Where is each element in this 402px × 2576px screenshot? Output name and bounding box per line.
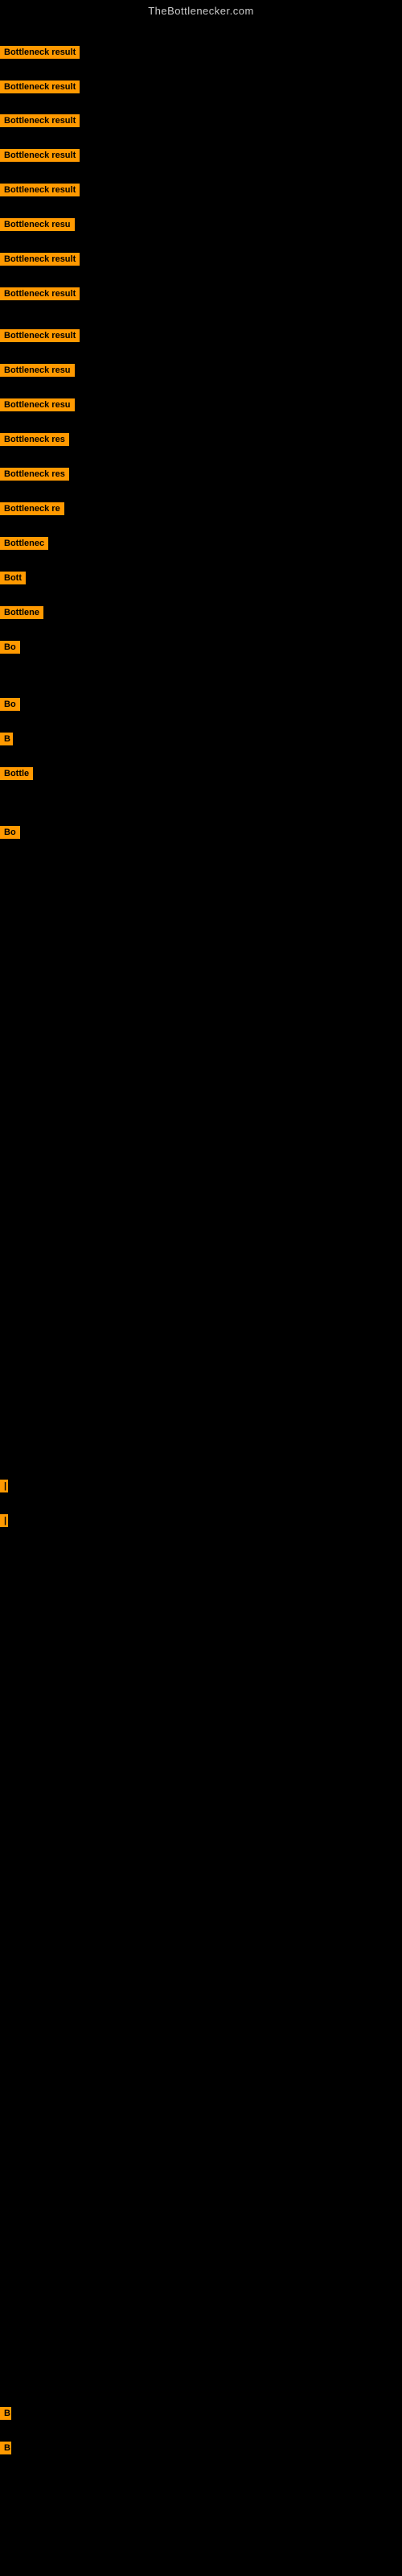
badge-5: Bottleneck resu [0, 218, 75, 235]
badge-label-0: Bottleneck result [0, 46, 80, 59]
badge-label-5: Bottleneck resu [0, 218, 75, 231]
badge-label-1: Bottleneck result [0, 80, 80, 93]
badge-1: Bottleneck result [0, 80, 80, 97]
badge-label-8: Bottleneck result [0, 329, 80, 342]
badge-13: Bottleneck re [0, 502, 64, 519]
badge-9: Bottleneck resu [0, 364, 75, 381]
badge-label-9: Bottleneck resu [0, 364, 75, 377]
badge-20: Bottle [0, 767, 33, 784]
badge-8: Bottleneck result [0, 329, 80, 346]
badge-0: Bottleneck result [0, 46, 80, 63]
badge-23: | [0, 1514, 6, 1531]
badge-16: Bottlene [0, 606, 43, 623]
badge-label-4: Bottleneck result [0, 184, 80, 196]
badge-label-23: | [0, 1514, 8, 1527]
badge-label-17: Bo [0, 641, 20, 654]
badge-15: Bott [0, 572, 26, 588]
badge-label-16: Bottlene [0, 606, 43, 619]
badge-label-13: Bottleneck re [0, 502, 64, 515]
badge-25: B [0, 2442, 11, 2458]
badge-label-6: Bottleneck result [0, 253, 80, 266]
badge-21: Bo [0, 826, 20, 843]
badge-label-20: Bottle [0, 767, 33, 780]
badge-label-12: Bottleneck res [0, 468, 69, 481]
badge-19: B [0, 733, 13, 749]
badge-label-25: B [0, 2442, 11, 2454]
badge-24: B [0, 2407, 11, 2424]
badge-label-14: Bottlenec [0, 537, 48, 550]
badge-14: Bottlenec [0, 537, 48, 554]
badge-label-15: Bott [0, 572, 26, 584]
badge-label-24: B [0, 2407, 11, 2420]
badge-label-22: | [0, 1480, 8, 1492]
badge-22: | [0, 1480, 6, 1496]
badge-4: Bottleneck result [0, 184, 80, 200]
badge-12: Bottleneck res [0, 468, 69, 485]
badge-label-21: Bo [0, 826, 20, 839]
badge-label-18: Bo [0, 698, 20, 711]
badge-label-3: Bottleneck result [0, 149, 80, 162]
badge-label-7: Bottleneck result [0, 287, 80, 300]
badge-label-2: Bottleneck result [0, 114, 80, 127]
badge-10: Bottleneck resu [0, 398, 75, 415]
badge-label-10: Bottleneck resu [0, 398, 75, 411]
badge-3: Bottleneck result [0, 149, 80, 166]
badge-label-19: B [0, 733, 13, 745]
badge-11: Bottleneck res [0, 433, 69, 450]
badge-7: Bottleneck result [0, 287, 80, 304]
site-title: TheBottlenecker.com [0, 0, 402, 20]
badge-6: Bottleneck result [0, 253, 80, 270]
badge-18: Bo [0, 698, 20, 715]
badge-2: Bottleneck result [0, 114, 80, 131]
badge-label-11: Bottleneck res [0, 433, 69, 446]
badge-17: Bo [0, 641, 20, 658]
